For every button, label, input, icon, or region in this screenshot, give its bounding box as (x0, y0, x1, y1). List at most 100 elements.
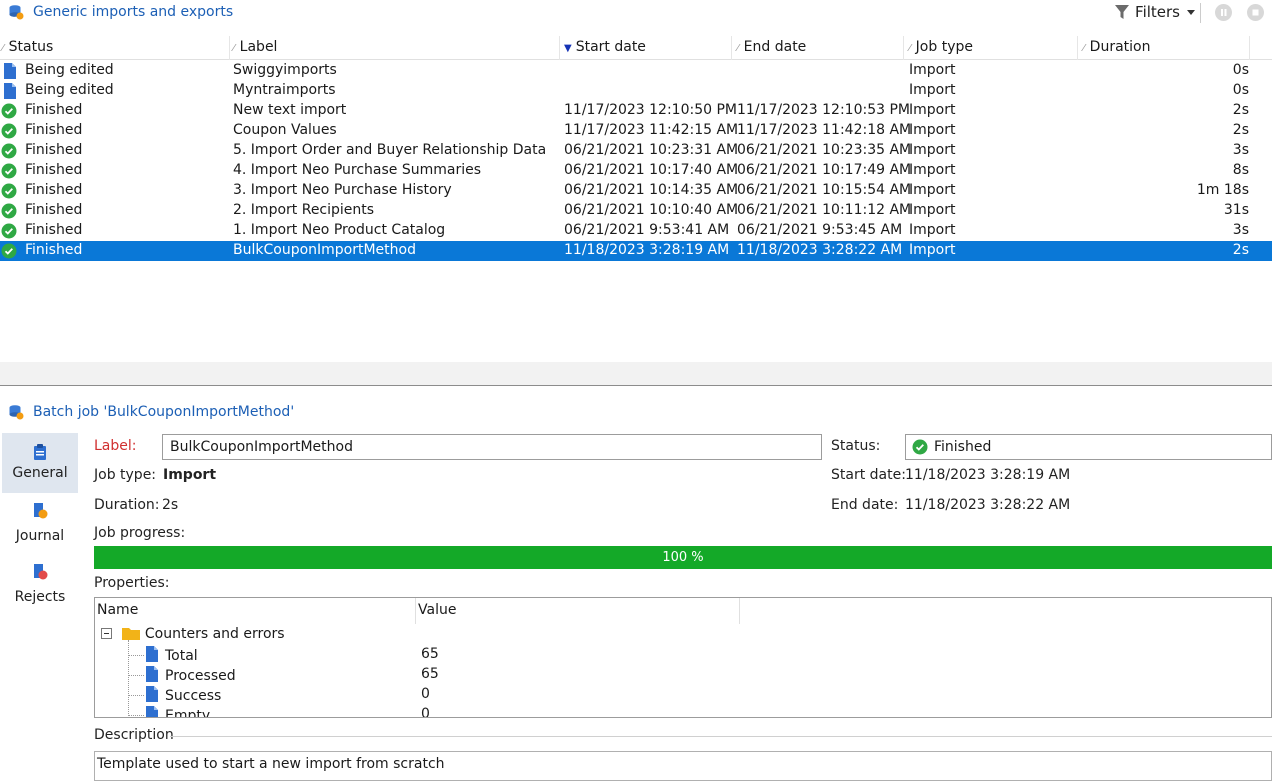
table-row[interactable]: Finished Coupon Values 11/17/2023 11:42:15… (0, 121, 1272, 141)
cell-status: Finished (25, 162, 83, 178)
tab-rejects[interactable]: Rejects (2, 563, 78, 605)
tree-item[interactable]: Total (145, 646, 198, 664)
tree-item-value: 0 (421, 706, 430, 718)
table-row[interactable]: Finished 4. Import Neo Purchase Summaries… (0, 161, 1272, 181)
cell-end-date: 06/21/2021 10:11:12 AM (737, 202, 912, 218)
tab-general[interactable]: General (2, 433, 78, 493)
props-header-name: Name (97, 602, 139, 618)
tree-item-name: Empty (165, 708, 211, 718)
filters-button[interactable]: Filters (1115, 3, 1196, 21)
label-field[interactable]: BulkCouponImportMethod (162, 434, 822, 460)
table-row[interactable]: Being edited Myntraimports Import 0s (0, 81, 1272, 101)
collapse-icon[interactable] (101, 628, 112, 639)
column-header-job-type[interactable]: ⁄ Job type (904, 36, 1078, 60)
tree-item[interactable]: Success (145, 686, 221, 704)
cell-label: 3. Import Neo Purchase History (233, 182, 452, 198)
cell-job-type: Import (909, 182, 956, 198)
properties-caption: Properties: (94, 575, 170, 591)
funnel-icon (1115, 5, 1130, 19)
cell-label: BulkCouponImportMethod (233, 242, 416, 258)
cell-label: Coupon Values (233, 122, 337, 138)
tree-item-value: 65 (421, 646, 439, 662)
sort-desc-icon: ▼ (564, 43, 572, 54)
column-header-start-date[interactable]: ▼ Start date (560, 36, 732, 60)
stop-icon (1252, 9, 1259, 16)
tree-item[interactable]: Empty (145, 706, 211, 718)
progress-text: 100 % (662, 550, 704, 565)
tree-group-label: Counters and errors (144, 626, 285, 642)
column-header-label: Job type (915, 39, 973, 55)
filters-label: Filters (1135, 3, 1180, 21)
cell-start-date: 06/21/2021 9:53:41 AM (564, 222, 730, 238)
document-icon (146, 646, 158, 662)
journal-icon (34, 503, 48, 519)
database-icon (9, 405, 24, 420)
cell-end-date: 06/21/2021 10:23:35 AM (737, 142, 912, 158)
cell-status: Finished (25, 222, 83, 238)
cell-job-type: Import (909, 222, 956, 238)
job-list: Being edited Swiggyimports Import 0s Being e… (0, 61, 1272, 261)
cell-status: Finished (25, 102, 83, 118)
table-row[interactable]: Being edited Swiggyimports Import 0s (0, 61, 1272, 81)
check-circle-icon (1, 183, 17, 199)
pause-button[interactable] (1215, 4, 1232, 21)
cell-label: 4. Import Neo Purchase Summaries (233, 162, 482, 178)
cell-end-date: 06/21/2021 10:15:54 AM (737, 182, 912, 198)
cell-duration: 2s (1232, 122, 1249, 138)
check-circle-icon (1, 163, 17, 179)
column-header-status[interactable]: ⁄ Status (0, 36, 230, 60)
description-field[interactable]: Template used to start a new import from… (94, 751, 1272, 781)
check-circle-icon (912, 439, 928, 455)
tree-item-value: 0 (421, 686, 430, 702)
column-header-label: Duration (1089, 39, 1151, 55)
cell-duration: 3s (1232, 142, 1249, 158)
column-header-duration[interactable]: ⁄ Duration (1078, 36, 1250, 60)
cell-status: Finished (25, 142, 83, 158)
tab-journal[interactable]: Journal (2, 502, 78, 544)
progress-caption: Job progress: (94, 525, 186, 541)
cell-start-date: 06/21/2021 10:14:35 AM (564, 182, 739, 198)
cell-status: Finished (25, 242, 83, 258)
pane-splitter[interactable] (0, 362, 1272, 386)
cell-end-date: 06/21/2021 10:17:49 AM (737, 162, 912, 178)
tree-item-name: Success (165, 688, 222, 704)
duration-caption: Duration: (94, 497, 160, 513)
tab-label: Rejects (14, 589, 66, 605)
table-row[interactable]: Finished BulkCouponImportMethod 11/18/2023… (0, 241, 1272, 261)
column-header-label-col[interactable]: ⁄ Label (230, 36, 560, 60)
cell-duration: 0s (1232, 62, 1249, 78)
table-row[interactable]: Finished 5. Import Order and Buyer Relati… (0, 141, 1272, 161)
cell-job-type: Import (909, 142, 956, 158)
properties-tree[interactable]: Name Value Counters and errors Total 65 Pr… (94, 597, 1272, 718)
cell-job-type: Import (909, 122, 956, 138)
check-circle-icon (1, 243, 17, 259)
column-header-end-date[interactable]: ⁄ End date (732, 36, 904, 60)
table-row[interactable]: Finished 1. Import Neo Product Catalog 06/… (0, 221, 1272, 241)
column-header-label: Label (239, 39, 278, 55)
cell-job-type: Import (909, 202, 956, 218)
status-value: Finished (934, 439, 992, 455)
props-header-value: Value (418, 602, 457, 618)
document-icon (146, 666, 158, 682)
cell-label: 2. Import Recipients (233, 202, 375, 218)
status-caption: Status: (831, 438, 881, 454)
enddate-caption: End date: (831, 497, 899, 513)
table-row[interactable]: Finished 3. Import Neo Purchase History 06… (0, 181, 1272, 201)
cell-duration: 0s (1232, 82, 1249, 98)
tree-item-name: Total (165, 648, 198, 664)
cell-start-date: 11/17/2023 11:42:15 AM (564, 122, 739, 138)
check-circle-icon (1, 103, 17, 119)
tree-item[interactable]: Processed (145, 666, 236, 684)
cell-end-date: 11/17/2023 11:42:18 AM (737, 122, 912, 138)
cell-duration: 2s (1232, 102, 1249, 118)
detail-title: Batch job 'BulkCouponImportMethod' (33, 404, 295, 420)
top-toolbar: Generic imports and exports Filters (0, 0, 1272, 26)
check-circle-icon (1, 123, 17, 139)
table-row[interactable]: Finished New text import 11/17/2023 12:10:… (0, 101, 1272, 121)
clipboard-icon (34, 444, 46, 460)
status-field: Finished (905, 434, 1272, 460)
cell-duration: 1m 18s (1196, 182, 1249, 198)
table-row[interactable]: Finished 2. Import Recipients 06/21/2021 1… (0, 201, 1272, 221)
cell-label: Myntraimports (233, 82, 336, 98)
stop-button[interactable] (1247, 4, 1264, 21)
